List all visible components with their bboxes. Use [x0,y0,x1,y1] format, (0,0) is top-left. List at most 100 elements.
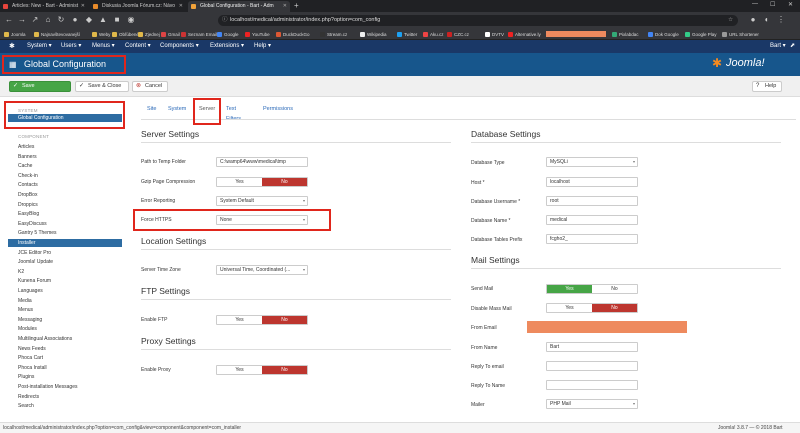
sidebar-item[interactable]: Articles [8,143,122,151]
extension-icon[interactable]: ◉ [126,15,136,25]
bookmark[interactable]: URL Shortener [722,31,759,38]
new-tab-icon[interactable]: + [294,1,299,10]
sidebar-item[interactable]: Gantry 5 Themes [8,229,122,237]
bookmark[interactable]: Obľúbené [112,31,139,38]
sidebar-item[interactable]: Search [8,402,122,410]
bookmark[interactable]: Gmail [161,31,180,38]
toggle-yes[interactable]: Yes [217,366,262,374]
bookmark[interactable]: Twitter [397,31,417,38]
bookmark[interactable]: Wikipedia [360,31,387,38]
extension-icon[interactable]: ● [70,15,80,25]
sidebar-item[interactable]: EasyBlog [8,210,122,218]
reply-email-input[interactable] [546,361,638,371]
mailer-select[interactable]: PHP Mail ▾ [546,399,638,409]
sidebar-item[interactable]: Droppics [8,201,122,209]
db-prefix-input[interactable]: fcgho2_ [546,234,638,244]
db-type-select[interactable]: MySQLi ▾ [546,157,638,167]
close-window-icon[interactable]: ✕ [788,1,793,8]
sidebar-item[interactable]: JCE Editor Pro [8,249,122,257]
sidebar-item[interactable]: News Feeds [8,345,122,353]
sidebar-item[interactable]: Plugins [8,373,122,381]
sidebar-item[interactable]: Messaging [8,316,122,324]
sidebar-item[interactable]: Media [8,297,122,305]
bookmark[interactable]: Stream.cz [320,31,347,38]
home-icon[interactable]: ⌂ [43,15,53,25]
db-host-input[interactable]: localhost [546,177,638,187]
tab-site[interactable]: Site [147,104,156,114]
from-name-input[interactable]: Bart [546,342,638,352]
browser-tab-active[interactable]: Global Configuration - Bart - Adm ✕ [188,1,290,12]
joomla-logo-icon[interactable]: ✱ [9,40,15,53]
db-name-input[interactable]: medical [546,215,638,225]
extension-icon[interactable]: ◆ [84,15,94,25]
sidebar-item[interactable]: DropBox [8,191,122,199]
tab-permissions[interactable]: Permissions [263,104,293,114]
reload-icon[interactable]: ↻ [56,15,66,25]
forward-icon[interactable]: → [17,15,27,25]
close-tab-icon[interactable]: ✕ [81,1,85,12]
sidebar-item[interactable]: Post-installation Messages [8,383,122,391]
toggle-yes[interactable]: Yes [217,178,262,186]
sidebar-item[interactable]: Phoca Install [8,364,122,372]
extension-icon[interactable]: ▲ [98,15,108,25]
help-button[interactable]: ? Help [752,81,782,92]
bookmark[interactable]: Zjednej [138,31,160,38]
sidebar-item[interactable]: Banners [8,153,122,161]
sidebar-item[interactable]: Languages [8,287,122,295]
tab-system[interactable]: System [168,104,186,114]
save-close-button[interactable]: ✓ Save & Close [75,81,129,92]
bookmark[interactable]: Weby [92,31,110,38]
db-username-input[interactable]: root [546,196,638,206]
menu-components[interactable]: Components ▾ [160,40,199,53]
sidebar-item[interactable]: Check-in [8,172,122,180]
menu-help[interactable]: Help ▾ [254,40,271,53]
sidebar-item[interactable]: Joomla! Update [8,258,122,266]
sidebar-item[interactable]: Kunena Forum [8,277,122,285]
bookmark[interactable]: Pixlabdac [612,31,639,38]
minimize-icon[interactable]: — [752,1,758,7]
save-button[interactable]: ✓ Save [9,81,71,92]
bookmark[interactable]: CZC.cz [447,31,469,38]
bookmark[interactable]: Google Play [685,31,717,38]
toggle-no[interactable]: No [262,366,307,374]
toggle-no[interactable]: No [592,285,637,293]
sidebar-item[interactable]: EasyDiscuss [8,220,122,228]
bookmark[interactable]: Najnavštevovanejší [34,31,80,38]
send-mail-toggle[interactable]: Yes No [546,284,638,294]
extension-icon[interactable]: ↗ [30,15,40,25]
back-icon[interactable]: ← [4,15,14,25]
toggle-no[interactable]: No [592,304,637,312]
bookmark[interactable]: Aku.cz [423,31,444,38]
toggle-yes[interactable]: Yes [547,304,592,312]
sidebar-item[interactable]: Installer [8,239,122,247]
user-menu[interactable]: Bart ▾ [770,40,786,53]
enable-proxy-toggle[interactable]: Yes No [216,365,308,375]
menu-content[interactable]: Content ▾ [125,40,151,53]
bookmark[interactable]: Alternative.ly [508,31,541,38]
toggle-yes[interactable]: Yes [547,285,592,293]
sidebar-item[interactable]: Redirects [8,393,122,401]
extension-icon[interactable]: ■ [112,15,122,25]
address-bar[interactable]: ⓘ localhost/medical/administrator/index.p… [218,15,738,26]
sidebar-item[interactable]: Menus [8,306,122,314]
temp-path-input[interactable]: C:\wamp64\www\medical\tmp [216,157,308,167]
toggle-no[interactable]: No [262,178,307,186]
bookmark[interactable]: DVTV [485,31,504,38]
enable-ftp-toggle[interactable]: Yes No [216,315,308,325]
mass-mail-toggle[interactable]: Yes No [546,303,638,313]
close-tab-icon[interactable]: ✕ [179,1,183,12]
bookmark[interactable]: Seznam Email [181,31,217,38]
sidebar-item[interactable]: Multilingual Associations [8,335,122,343]
toggle-no[interactable]: No [262,316,307,324]
bookmark[interactable]: YouTube [245,31,270,38]
sidebar-item[interactable]: Modules [8,325,122,333]
extension-icon[interactable]: ◐ [762,15,772,25]
browser-tab[interactable]: Diskusia Joomla Fórum.cz: Návo ✕ [90,1,186,12]
menu-icon[interactable]: ⋮ [776,15,786,25]
external-link-icon[interactable]: ⬈ [790,40,795,53]
cancel-button[interactable]: ⊗ Cancel [132,81,168,92]
bookmark[interactable]: Google [217,31,239,38]
bookmark[interactable]: DuckDuckGo [276,31,310,38]
reply-name-input[interactable] [546,380,638,390]
sidebar-item[interactable]: Contacts [8,181,122,189]
